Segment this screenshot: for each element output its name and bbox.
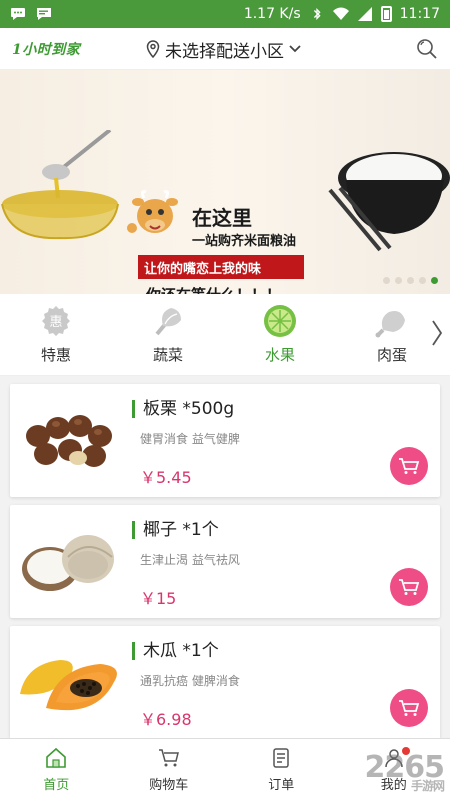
signal-icon	[357, 7, 372, 21]
oil-bowl-image	[1, 130, 119, 240]
product-price: ￥15	[140, 589, 177, 608]
chestnut-image	[26, 415, 112, 467]
nav-cart[interactable]: 购物车	[113, 739, 226, 800]
meat-icon	[375, 311, 405, 338]
message-icon	[37, 8, 51, 20]
cart-icon	[399, 579, 420, 595]
product-price: ￥6.98	[140, 710, 192, 729]
location-label: 未选择配送小区	[165, 41, 284, 62]
cart-icon	[399, 700, 420, 716]
product-card-chestnut[interactable]: 板栗 *500g 健胃消食 益气健脾 ￥5.45	[10, 384, 440, 497]
product-description: 健胃消食 益气健脾	[140, 432, 240, 446]
carousel-dot[interactable]	[419, 277, 426, 284]
product-name: 椰子 *1个	[132, 521, 219, 539]
product-list: 板栗 *500g 健胃消食 益气健脾 ￥5.45 椰子 *1个 生津止渴 益气祛…	[0, 384, 450, 739]
promo-banner[interactable]: 在这里 一站购齐米面粮油 让你的嘴恋上我的味 你还在等什么！！！	[0, 70, 450, 294]
product-name: 木瓜 *1个	[132, 642, 219, 660]
cart-icon	[399, 458, 420, 474]
add-to-cart-button[interactable]	[390, 447, 428, 485]
banner-headline: 在这里	[192, 206, 252, 230]
home-icon	[46, 747, 67, 768]
banner-subheadline: 一站购齐米面粮油	[192, 234, 297, 249]
nav-orders[interactable]: 订单	[225, 739, 338, 800]
site-watermark: 2265 手游网	[365, 750, 445, 794]
nav-home[interactable]: 首页	[0, 739, 113, 800]
discount-icon: 惠	[42, 306, 70, 336]
category-vegetable[interactable]: 蔬菜	[112, 304, 224, 365]
chevron-down-icon	[289, 45, 301, 53]
vegetable-icon	[155, 308, 181, 336]
product-price: ￥5.45	[140, 468, 192, 487]
coconut-image	[22, 535, 114, 591]
product-name: 板栗 *500g	[132, 400, 234, 418]
cow-mascot-icon	[127, 190, 178, 233]
banner-slogan: 让你的嘴恋上我的味	[138, 255, 304, 279]
category-bar: 惠 特惠 蔬菜 水果 肉蛋	[0, 294, 450, 376]
svg-text:惠: 惠	[49, 315, 62, 330]
chat-bubble-icon	[11, 8, 25, 20]
category-label: 蔬菜	[152, 346, 183, 364]
nav-label: 订单	[268, 778, 295, 793]
status-bar: 1.17 K/s 11:17	[0, 0, 450, 28]
cart-icon	[158, 749, 179, 767]
banner-call-to-action: 你还在等什么！！！	[146, 284, 281, 294]
category-discount[interactable]: 惠 特惠	[0, 304, 112, 365]
network-speed: 1.17 K/s	[243, 6, 301, 22]
product-description: 通乳抗癌 健脾消食	[140, 674, 240, 688]
product-card-papaya[interactable]: 木瓜 *1个 通乳抗癌 健脾消食 ￥6.98	[10, 626, 440, 739]
carousel-dot[interactable]	[407, 277, 414, 284]
bluetooth-icon	[313, 8, 321, 20]
fruit-icon	[264, 305, 296, 337]
papaya-image	[20, 660, 117, 711]
carousel-dot-active[interactable]	[431, 277, 438, 284]
wifi-icon	[332, 7, 349, 20]
clock: 11:17	[399, 6, 440, 22]
location-pin-icon	[146, 40, 160, 58]
category-label: 肉蛋	[376, 346, 407, 364]
search-icon[interactable]	[416, 38, 438, 60]
battery-icon	[380, 6, 392, 22]
category-label: 特惠	[40, 346, 71, 364]
category-label: 水果	[264, 346, 295, 364]
order-icon	[273, 748, 289, 768]
product-description: 生津止渴 益气祛风	[140, 553, 240, 567]
carousel-dot[interactable]	[383, 277, 390, 284]
app-header: 1小时到家 未选择配送小区	[0, 28, 450, 70]
carousel-indicator[interactable]	[383, 277, 438, 284]
nav-label: 购物车	[149, 778, 189, 793]
add-to-cart-button[interactable]	[390, 568, 428, 606]
product-card-coconut[interactable]: 椰子 *1个 生津止渴 益气祛风 ￥15	[10, 505, 440, 618]
add-to-cart-button[interactable]	[390, 689, 428, 727]
nav-label: 首页	[43, 778, 70, 793]
chevron-right-icon[interactable]	[430, 318, 444, 348]
category-fruit[interactable]: 水果	[224, 304, 336, 365]
location-selector[interactable]: 未选择配送小区	[145, 28, 302, 70]
carousel-dot[interactable]	[395, 277, 402, 284]
rice-bowl-image	[328, 152, 450, 252]
app-logo: 1小时到家	[12, 41, 81, 58]
